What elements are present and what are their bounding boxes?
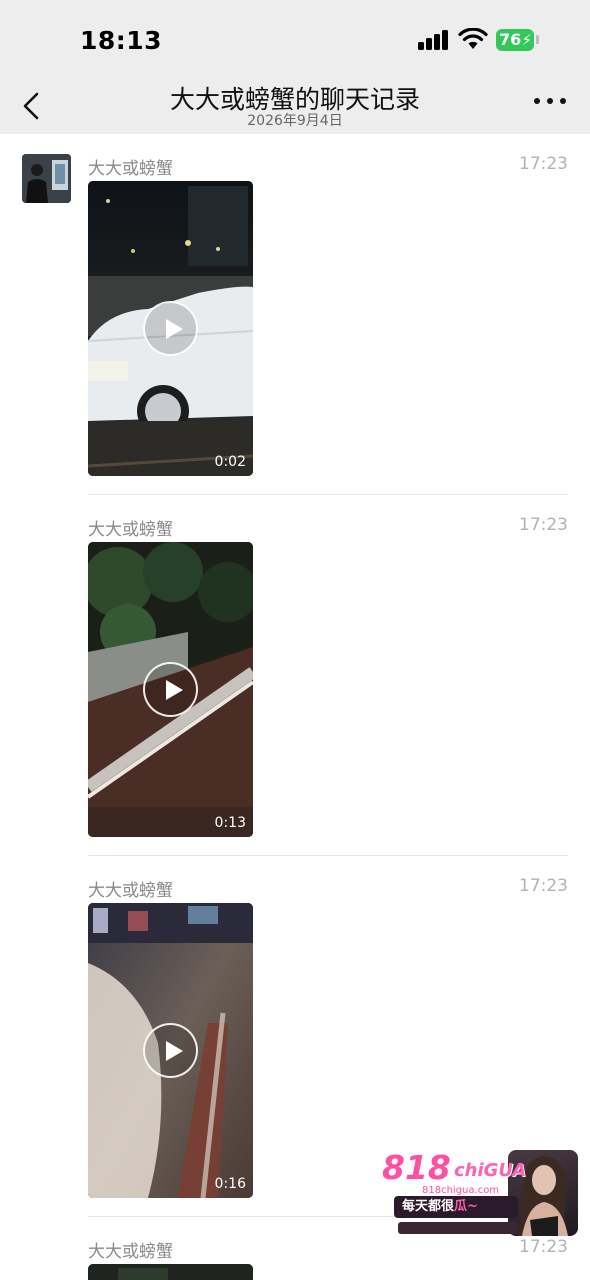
divider: [88, 494, 568, 495]
chat-record-list[interactable]: 大大或螃蟹 17:23 0:02 大大或螃蟹 17:23 0:13 大大或螃蟹 …: [0, 134, 590, 1280]
play-icon[interactable]: [143, 662, 198, 717]
video-thumbnail[interactable]: 0:16: [88, 903, 253, 1198]
video-duration: 0:16: [214, 1176, 246, 1192]
status-bar: 18:13 76 ⚡: [0, 0, 590, 78]
list-item: 大大或螃蟹 17:23 0:13: [88, 515, 568, 856]
avatar[interactable]: [22, 154, 71, 203]
video-thumbnail[interactable]: [88, 1264, 253, 1280]
page-subtitle-date: 2026年9月4日: [247, 113, 343, 129]
watermark-logo: 818 chiGUA 818chigua.com 每天都很瓜~: [380, 1148, 580, 1238]
watermark-slogan-prefix: 每天都很: [402, 1199, 455, 1214]
nav-bar: 大大或螃蟹的聊天记录 2026年9月4日: [0, 78, 590, 134]
list-item: 大大或螃蟹 17:23: [88, 154, 568, 495]
video-thumbnail[interactable]: 0:02: [88, 181, 253, 476]
watermark-brand-number: 818: [382, 1148, 451, 1187]
charging-bolt-icon: ⚡: [521, 31, 532, 49]
list-item: 大大或螃蟹 17:23: [88, 1237, 568, 1280]
sender-name: 大大或螃蟹: [88, 159, 173, 179]
message-time: 17:23: [519, 1237, 568, 1257]
play-icon[interactable]: [143, 301, 198, 356]
sender-name: 大大或螃蟹: [88, 881, 173, 901]
signal-icon: [418, 30, 450, 50]
divider: [88, 855, 568, 856]
video-duration: 0:13: [214, 815, 246, 831]
battery-level: 76: [499, 30, 522, 49]
watermark-slogan-highlight: 瓜~: [454, 1199, 478, 1214]
watermark-domain: 818chigua.com: [418, 1185, 504, 1196]
video-thumbnail[interactable]: 0:13: [88, 542, 253, 837]
watermark-banner: [398, 1222, 518, 1234]
watermark-slogan: 每天都很瓜~: [394, 1196, 518, 1218]
battery-cap: [536, 35, 539, 44]
message-time: 17:23: [519, 876, 568, 896]
wifi-icon: [458, 28, 488, 49]
sender-name: 大大或螃蟹: [88, 520, 173, 540]
message-time: 17:23: [519, 515, 568, 535]
play-icon[interactable]: [143, 1023, 198, 1078]
status-time: 18:13: [80, 26, 163, 55]
watermark-brand-word: chiGUA: [454, 1160, 527, 1181]
message-time: 17:23: [519, 154, 568, 174]
video-preview-image: [88, 1264, 253, 1280]
sender-name: 大大或螃蟹: [88, 1242, 173, 1262]
more-dots-icon[interactable]: [534, 98, 566, 108]
battery-icon: 76 ⚡: [496, 29, 534, 51]
video-duration: 0:02: [214, 454, 246, 470]
